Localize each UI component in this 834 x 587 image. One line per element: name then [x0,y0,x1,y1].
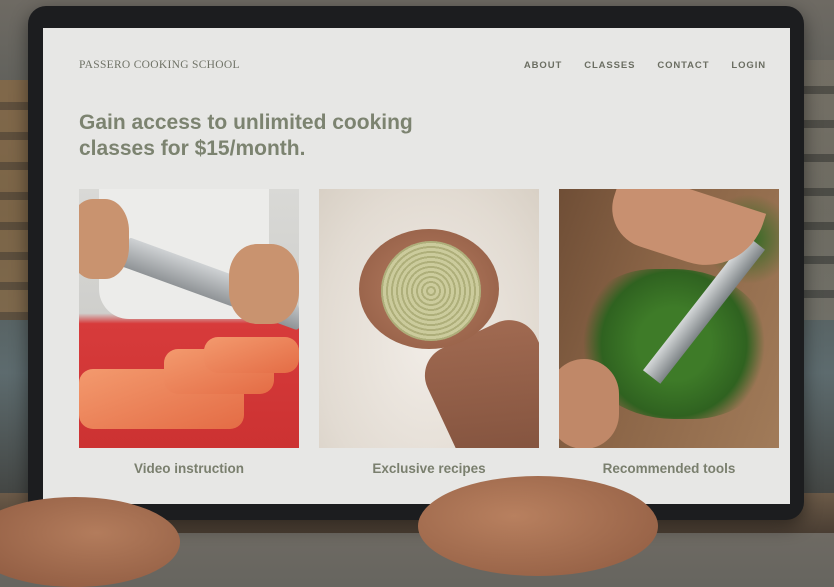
site-brand[interactable]: PASSERO COOKING SCHOOL [79,59,240,71]
feature-caption: Exclusive recipes [372,461,486,476]
chopping-herbs-photo [559,189,779,448]
right-hand [418,476,658,576]
feature-caption: Video instruction [133,461,244,476]
nav-classes[interactable]: CLASSES [584,60,635,71]
feature-card-video[interactable]: Video instruction [79,189,299,476]
background-shelf-right [800,60,834,320]
nav-about[interactable]: ABOUT [524,60,562,71]
feature-caption: Recommended tools [602,461,736,476]
hero-headline: Gain access to unlimited cooking classes… [79,111,413,160]
fresh-noodles-photo [319,189,539,448]
feature-card-tools[interactable]: Recommended tools [559,189,779,476]
top-nav: ABOUT CLASSES CONTACT LOGIN [524,60,766,71]
feature-card-recipes[interactable]: Exclusive recipes [319,189,539,476]
nav-login[interactable]: LOGIN [731,60,766,71]
laptop-frame: PASSERO COOKING SCHOOL ABOUT CLASSES CON… [28,6,804,520]
website-page: PASSERO COOKING SCHOOL ABOUT CLASSES CON… [43,28,790,504]
nav-contact[interactable]: CONTACT [657,60,709,71]
salmon-filleting-photo [79,189,299,448]
